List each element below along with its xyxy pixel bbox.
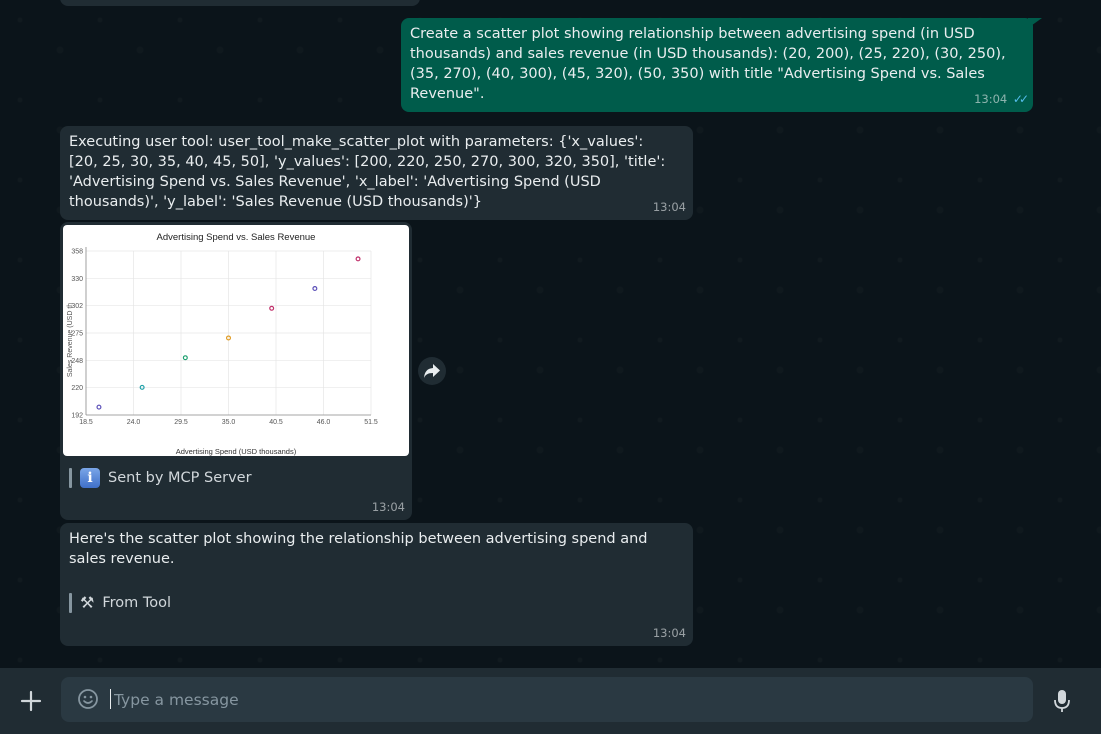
message-composer [0,668,1101,734]
double-check-icon: ✓✓ [1012,92,1029,106]
message-timestamp: 13:04 [652,200,686,214]
scatter-chart-image[interactable]: Advertising Spend vs. Sales Revenue 18.5… [63,225,409,456]
y-axis-label: Sales Revenue (USD th [67,303,74,377]
reply-text: Here's the scatter plot showing the rela… [69,531,653,567]
plus-icon [20,690,42,712]
message-input[interactable] [114,677,1014,722]
y-tick-label: 330 [71,276,83,283]
bubble-tail [1028,18,1042,28]
message-input-box [61,677,1033,722]
x-tick-label: 46.0 [317,419,331,426]
user-message-bubble: Create a scatter plot showing relationsh… [401,18,1033,112]
mic-icon [1054,690,1070,712]
message-timestamp: 13:04 [652,626,686,640]
x-tick-label: 24.0 [127,419,141,426]
message-time: 13:04 ✓✓ [974,89,1029,109]
scatter-point [312,286,318,292]
previous-message-bubble [60,0,420,6]
y-tick-label: 358 [71,249,83,256]
voice-message-button[interactable] [1052,688,1072,714]
info-icon: i [80,468,100,488]
message-timestamp: 13:04 [371,500,405,514]
x-tick-label: 35.0 [222,419,236,426]
attach-button[interactable] [18,688,44,714]
mcp-server-note-text: Sent by MCP Server [108,470,252,486]
note-divider [69,593,72,613]
scatter-point [182,355,188,361]
mcp-server-note: i Sent by MCP Server [69,468,252,488]
chat-area: Create a scatter plot showing relationsh… [0,0,1101,668]
x-tick-label: 40.5 [269,419,283,426]
y-tick-label: 220 [71,385,83,392]
x-tick-label: 18.5 [79,419,93,426]
emoji-icon [78,689,98,709]
from-tool-note-text: From Tool [102,595,172,611]
scatter-chart: Advertising Spend vs. Sales Revenue 18.5… [67,232,378,456]
scatter-point [269,305,275,311]
reply-message-bubble: Here's the scatter plot showing the rela… [60,523,693,646]
tools-icon: ⚒ [80,593,95,612]
text-caret [110,689,111,709]
message-timestamp: 13:04 [974,92,1008,106]
scatter-point [96,404,102,410]
x-tick-label: 29.5 [174,419,188,426]
from-tool-note: ⚒ From Tool [69,593,171,613]
tool-exec-message-bubble: Executing user tool: user_tool_make_scat… [60,126,693,220]
chart-title: Advertising Spend vs. Sales Revenue [157,232,316,243]
y-tick-label: 192 [71,413,83,420]
emoji-button[interactable] [77,688,99,710]
tool-exec-text: Executing user tool: user_tool_make_scat… [69,134,670,210]
note-divider [69,468,72,488]
forward-button[interactable] [418,357,446,385]
scatter-point [355,256,361,262]
x-axis-label: Advertising Spend (USD thousands) [176,447,297,456]
forward-icon [424,364,440,378]
user-message-text: Create a scatter plot showing relationsh… [410,26,1011,102]
x-tick-label: 51.5 [364,419,378,426]
